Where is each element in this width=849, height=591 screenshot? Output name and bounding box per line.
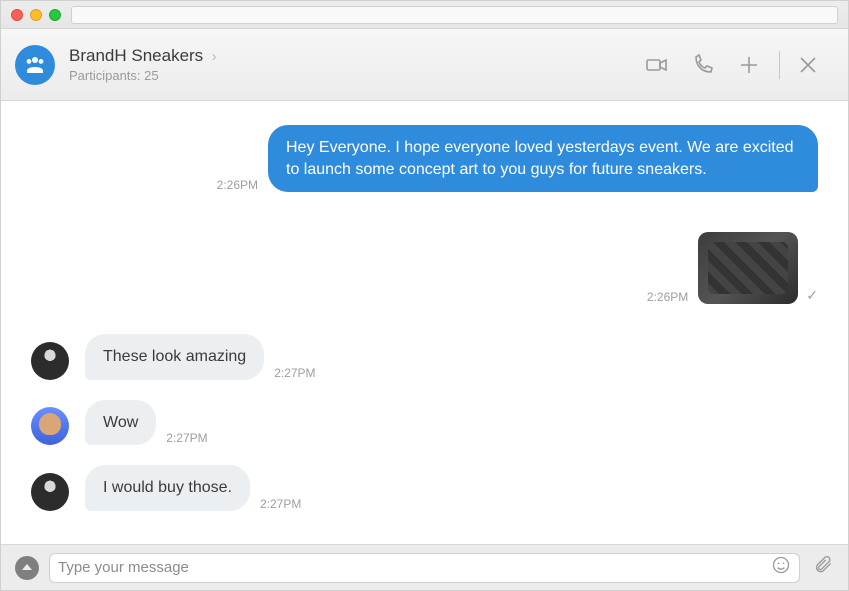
avatar[interactable] <box>31 342 69 380</box>
conversation-header: BrandH Sneakers › Participants: 25 <box>1 29 848 101</box>
message-row-incoming: I would buy those. 2:27PM <box>31 465 818 511</box>
message-bubble[interactable]: Wow <box>85 400 156 446</box>
avatar[interactable] <box>31 407 69 445</box>
chat-title-block: BrandH Sneakers › Participants: 25 <box>69 46 217 83</box>
history-up-button[interactable] <box>15 556 39 580</box>
chevron-right-icon: › <box>212 48 217 64</box>
message-bubble[interactable]: Hey Everyone. I hope everyone loved yest… <box>268 125 818 192</box>
message-timestamp: 2:27PM <box>260 497 301 511</box>
window-close-button[interactable] <box>11 9 23 21</box>
message-row-outgoing: 2:26PM Hey Everyone. I hope everyone lov… <box>31 125 818 192</box>
message-bubble[interactable]: These look amazing <box>85 334 264 380</box>
close-button[interactable] <box>790 47 826 83</box>
video-call-button[interactable] <box>639 47 675 83</box>
group-avatar-icon <box>15 45 55 85</box>
message-timestamp: 2:26PM <box>647 290 688 304</box>
message-input[interactable] <box>58 559 771 576</box>
header-separator <box>779 51 780 79</box>
add-button[interactable] <box>731 47 767 83</box>
message-row-outgoing-image: 2:26PM ✓ <box>31 232 818 304</box>
window-controls <box>11 9 61 21</box>
participants-count: 25 <box>144 68 158 83</box>
address-bar[interactable] <box>71 6 838 24</box>
participants-label: Participants: <box>69 68 141 83</box>
chat-title-text: BrandH Sneakers <box>69 46 203 65</box>
attach-icon[interactable] <box>814 555 834 580</box>
composer-bar <box>1 544 848 590</box>
chat-title[interactable]: BrandH Sneakers › <box>69 46 217 66</box>
image-attachment[interactable] <box>698 232 798 304</box>
conversation-body[interactable]: 2:26PM Hey Everyone. I hope everyone lov… <box>1 101 848 544</box>
message-input-wrap <box>49 553 800 583</box>
message-bubble[interactable]: I would buy those. <box>85 465 250 511</box>
participants-line: Participants: 25 <box>69 68 217 83</box>
delivered-check-icon: ✓ <box>806 287 818 304</box>
message-timestamp: 2:27PM <box>274 366 315 380</box>
message-timestamp: 2:27PM <box>166 431 207 445</box>
message-row-incoming: Wow 2:27PM <box>31 400 818 446</box>
message-row-incoming: These look amazing 2:27PM <box>31 334 818 380</box>
window-maximize-button[interactable] <box>49 9 61 21</box>
window-minimize-button[interactable] <box>30 9 42 21</box>
voice-call-button[interactable] <box>685 47 721 83</box>
message-timestamp: 2:26PM <box>217 178 258 192</box>
chat-window: BrandH Sneakers › Participants: 25 2:26P… <box>0 0 849 591</box>
avatar[interactable] <box>31 473 69 511</box>
titlebar <box>1 1 848 29</box>
emoji-icon[interactable] <box>771 555 791 580</box>
